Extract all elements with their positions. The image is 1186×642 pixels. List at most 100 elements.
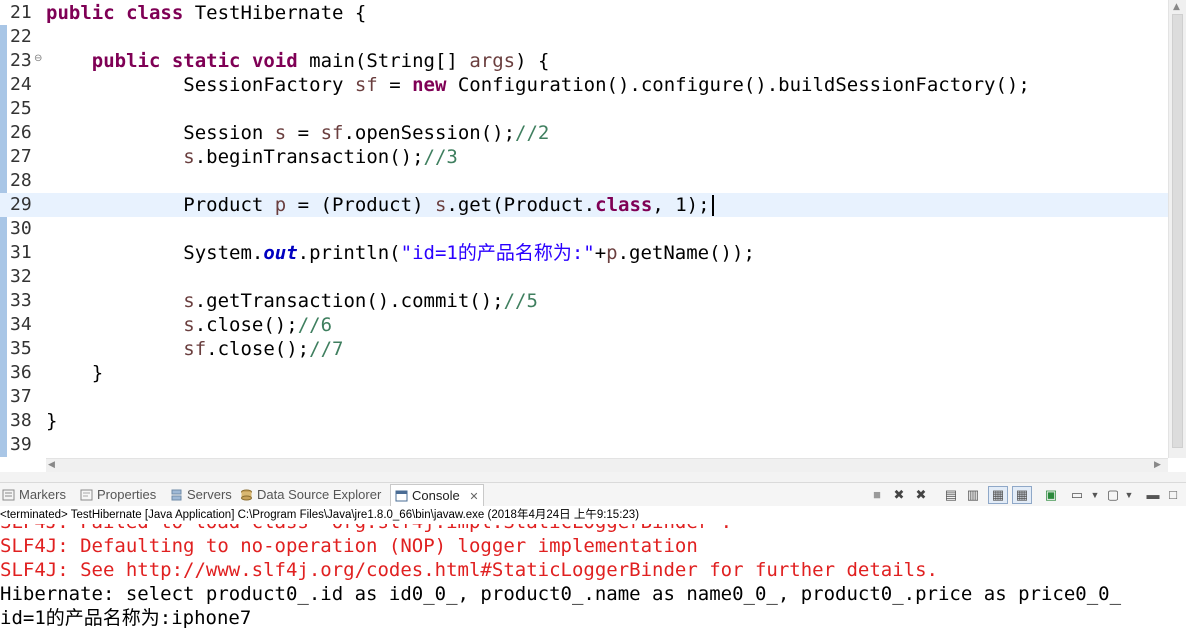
sash[interactable] xyxy=(0,472,1186,482)
code-line[interactable]: 35 sf.close();//7 xyxy=(0,337,1168,361)
show-on-stdout-icon[interactable]: ▦ xyxy=(988,486,1008,504)
code-line[interactable]: 33 s.getTransaction().commit();//5 xyxy=(0,289,1168,313)
code-token: //7 xyxy=(309,338,344,360)
code-token: main(String[] xyxy=(297,50,470,72)
horizontal-scrollbar[interactable]: ◀ ▶ xyxy=(46,458,1168,472)
code-token: } xyxy=(46,362,104,384)
code-text: s.beginTransaction();//3 xyxy=(46,145,458,169)
code-token: s xyxy=(274,122,287,144)
tab-markers[interactable]: Markers xyxy=(2,485,66,505)
display-selected-console-icon[interactable]: ▭ xyxy=(1070,488,1084,502)
quick-diff-marker xyxy=(0,193,7,217)
code-line[interactable]: 22 xyxy=(0,25,1168,49)
code-token: = (Product) xyxy=(286,194,435,216)
code-line[interactable]: 36 } xyxy=(0,361,1168,385)
code-token: class xyxy=(595,194,653,216)
code-token: void xyxy=(251,50,298,72)
quick-diff-marker xyxy=(0,241,7,265)
line-number: 38 xyxy=(10,410,32,431)
code-text: } xyxy=(46,361,103,385)
code-token: args xyxy=(469,50,516,72)
line-number: 28 xyxy=(10,170,32,191)
remove-all-terminated-icon[interactable]: ✖ xyxy=(914,488,928,502)
code-text: public class TestHibernate { xyxy=(46,1,366,25)
code-token: sf xyxy=(354,74,378,96)
console-line: Hibernate: select product0_.id as id0_0_… xyxy=(0,583,1122,605)
code-line[interactable]: 38} xyxy=(0,409,1168,433)
code-line[interactable]: 26 Session s = sf.openSession();//2 xyxy=(0,121,1168,145)
code-line[interactable]: 28 xyxy=(0,169,1168,193)
code-editor[interactable]: 21 public class TestHibernate {22 23 ⊖ publ… xyxy=(0,0,1186,472)
line-number: 34 xyxy=(10,314,32,335)
code-line[interactable]: 31 System.out.println("id=1的产品名称为:"+p.ge… xyxy=(0,241,1168,265)
console-line: SLF4J: See http://www.slf4j.org/codes.ht… xyxy=(0,559,938,581)
code-token: .beginTransaction(); xyxy=(194,146,424,168)
code-text: System.out.println("id=1的产品名称为:"+p.getNa… xyxy=(46,241,755,265)
scroll-left-icon[interactable]: ◀ xyxy=(48,460,55,470)
quick-diff-marker xyxy=(0,289,7,313)
code-line[interactable]: 21 public class TestHibernate { xyxy=(0,1,1168,25)
tab-console[interactable]: Console ✕ xyxy=(390,484,484,507)
code-text: SessionFactory sf = new Configuration().… xyxy=(46,73,1030,97)
code-line[interactable]: 30 xyxy=(0,217,1168,241)
remove-launch-icon[interactable]: ✖ xyxy=(892,488,906,502)
show-on-stderr-icon[interactable]: ▦ xyxy=(1012,486,1032,504)
code-token: sf xyxy=(320,122,344,144)
code-line[interactable]: 39 xyxy=(0,433,1168,457)
code-line[interactable]: 27 s.beginTransaction();//3 xyxy=(0,145,1168,169)
code-token: out xyxy=(263,242,298,264)
code-line[interactable]: 23 ⊖ public static void main(String[] arg… xyxy=(0,49,1168,73)
markers-icon xyxy=(2,489,15,501)
quick-diff-marker xyxy=(0,25,7,49)
line-number: 39 xyxy=(10,434,32,455)
code-token: .getName()); xyxy=(617,242,755,264)
vertical-scroll-thumb[interactable] xyxy=(1172,14,1183,448)
code-line[interactable]: 29 Product p = (Product) s.get(Product.c… xyxy=(0,193,1168,217)
chevron-down-icon[interactable]: ▼ xyxy=(1122,488,1136,502)
quick-diff-marker xyxy=(0,49,7,73)
line-number: 25 xyxy=(10,98,32,119)
maximize-icon[interactable]: □ xyxy=(1166,488,1180,502)
word-wrap-icon[interactable]: ▥ xyxy=(966,488,980,502)
line-number: 37 xyxy=(10,386,32,407)
code-token: .openSession(); xyxy=(343,122,516,144)
console-output[interactable]: SLF4J: Failed to load class "org.slf4j.i… xyxy=(0,524,1186,642)
terminate-icon[interactable]: ■ xyxy=(870,488,884,502)
vertical-scrollbar[interactable]: ▲ xyxy=(1168,0,1186,458)
minimize-icon[interactable]: ▬ xyxy=(1146,488,1160,502)
code-text: sf.close();//7 xyxy=(46,337,343,361)
code-token: public xyxy=(91,50,161,72)
data-source-icon xyxy=(241,489,252,501)
code-line[interactable]: 25 xyxy=(0,97,1168,121)
line-number: 29 xyxy=(10,194,32,215)
code-line[interactable]: 34 s.close();//6 xyxy=(0,313,1168,337)
scroll-lock-icon[interactable]: ▤ xyxy=(944,488,958,502)
code-token: class xyxy=(126,2,184,24)
console-line: SLF4J: Defaulting to no-operation (NOP) … xyxy=(0,535,698,557)
code-token: Product xyxy=(46,194,275,216)
code-text: Session s = sf.openSession();//2 xyxy=(46,121,549,145)
code-token: Configuration().configure().buildSession… xyxy=(446,74,1030,96)
code-token: = xyxy=(377,74,413,96)
scroll-right-icon[interactable]: ▶ xyxy=(1154,460,1161,470)
open-console-icon[interactable]: ▢ xyxy=(1106,488,1120,502)
tab-data-source-explorer[interactable]: Data Source Explorer xyxy=(240,485,381,505)
quick-diff-marker xyxy=(0,409,7,433)
code-line[interactable]: 24 SessionFactory sf = new Configuration… xyxy=(0,73,1168,97)
code-token: Session xyxy=(46,122,275,144)
close-tab-icon[interactable]: ✕ xyxy=(469,491,478,503)
code-line[interactable]: 32 xyxy=(0,265,1168,289)
quick-diff-marker xyxy=(0,265,7,289)
line-number: 22 xyxy=(10,26,32,47)
chevron-down-icon[interactable]: ▼ xyxy=(1088,488,1102,502)
tab-properties[interactable]: Properties xyxy=(80,485,156,505)
fold-collapse-icon[interactable]: ⊖ xyxy=(34,53,42,65)
tab-servers[interactable]: Servers xyxy=(170,485,232,505)
scroll-up-icon[interactable]: ▲ xyxy=(1173,2,1180,12)
code-token: "id=1的产品名称为:" xyxy=(400,242,595,264)
pin-console-icon[interactable]: ▣ xyxy=(1044,488,1058,502)
tab-label: Markers xyxy=(19,487,66,502)
code-line[interactable]: 37 xyxy=(0,385,1168,409)
